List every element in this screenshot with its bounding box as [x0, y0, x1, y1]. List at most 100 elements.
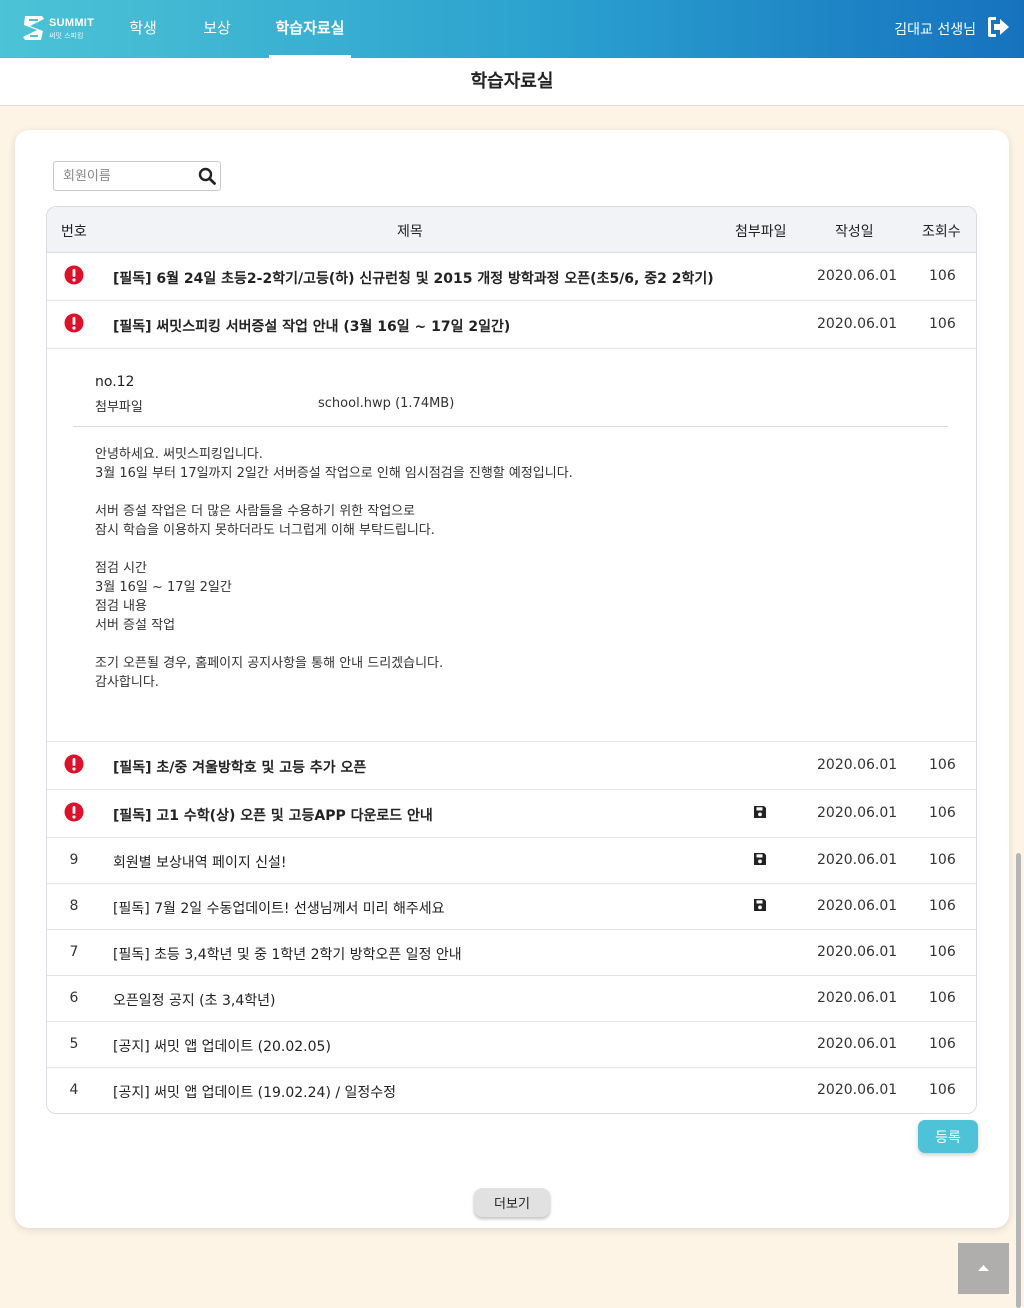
table-row[interactable]: 9 회원별 보상내역 페이지 신설! 2020.06.01 106: [47, 838, 976, 884]
scrollbar-thumb[interactable]: [1016, 853, 1021, 1308]
exclamation-circle-icon: [64, 265, 84, 285]
floppy-disk-icon[interactable]: [753, 898, 767, 912]
post-body-line: 잠시 학습을 이용하지 못하더라도 너그럽게 이해 부탁드립니다.: [95, 523, 435, 538]
row-number: 8: [69, 898, 79, 914]
post-detail: no.12 첨부파일 school.hwp (1.74MB) 안녕하세요. 써밋…: [47, 349, 976, 742]
row-number: 9: [69, 852, 79, 868]
row-views: 106: [929, 852, 956, 868]
post-body-line: 서버 증설 작업은 더 많은 사람들을 수용하기 위한 작업으로: [95, 504, 416, 519]
exclamation-circle-icon: [64, 802, 84, 822]
table-row[interactable]: 7 [필독] 초등 3,4학년 및 중 1학년 2학기 방학오픈 일정 안내 202…: [47, 930, 976, 976]
row-views: 106: [929, 1036, 956, 1052]
post-body-line: 서버 증설 작업: [95, 618, 176, 633]
row-number: 7: [69, 944, 79, 960]
header-num: 번호: [61, 224, 87, 240]
exclamation-circle-icon: [64, 754, 84, 774]
row-views: 106: [929, 944, 956, 960]
row-number: 5: [69, 1036, 79, 1052]
post-body-line: 안녕하세요. 써밋스피킹입니다.: [95, 447, 263, 462]
post-body-line: [95, 483, 573, 502]
row-date: 2020.06.01: [817, 990, 898, 1006]
row-date: 2020.06.01: [817, 852, 898, 868]
row-title[interactable]: [필독] 6월 24일 초등2-2학기/고등(하) 신규런칭 및 2015 개정…: [113, 268, 714, 288]
row-title[interactable]: [필독] 초등 3,4학년 및 중 1학년 2학기 방학오픈 일정 안내: [113, 944, 462, 964]
table-row[interactable]: [필독] 써밋스피킹 서버증설 작업 안내 (3월 16일 ~ 17일 2일간)…: [47, 301, 976, 349]
row-title[interactable]: [필독] 7월 2일 수동업데이트! 선생님께서 미리 해주세요: [113, 898, 445, 918]
row-views: 106: [929, 268, 956, 284]
post-body-line: 조기 오픈될 경우, 홈페이지 공지사항을 통해 안내 드리겠습니다.: [95, 656, 444, 671]
row-date: 2020.06.01: [817, 316, 898, 332]
row-date: 2020.06.01: [817, 805, 898, 821]
load-more-button[interactable]: 더보기: [474, 1188, 550, 1217]
attachment-label: 첨부파일: [95, 400, 143, 415]
nav-item-learning-materials[interactable]: 학습자료실: [269, 0, 351, 58]
post-body-line: 점검 내용: [95, 599, 147, 614]
content-card: 번호 제목 첨부파일 작성일 조회수 [필독] 6월 24일 초등2-2학기/고…: [15, 130, 1009, 1228]
floppy-disk-icon[interactable]: [753, 852, 767, 866]
table-row[interactable]: [필독] 초/중 겨울방학호 및 고등 추가 오픈 2020.06.01 106: [47, 742, 976, 790]
row-title[interactable]: [필독] 써밋스피킹 서버증설 작업 안내 (3월 16일 ~ 17일 2일간): [113, 316, 510, 336]
row-date: 2020.06.01: [817, 1082, 898, 1098]
row-date: 2020.06.01: [817, 1036, 898, 1052]
table-row[interactable]: [필독] 6월 24일 초등2-2학기/고등(하) 신규런칭 및 2015 개정…: [47, 253, 976, 301]
materials-table: 번호 제목 첨부파일 작성일 조회수 [필독] 6월 24일 초등2-2학기/고…: [46, 206, 977, 1114]
search-box: [53, 161, 221, 191]
table-row[interactable]: 8 [필독] 7월 2일 수동업데이트! 선생님께서 미리 해주세요 2020.06…: [47, 884, 976, 930]
row-title[interactable]: 오픈일정 공지 (초 3,4학년): [113, 990, 275, 1010]
header-title: 제목: [397, 224, 423, 240]
search-icon[interactable]: [198, 167, 216, 185]
header-file: 첨부파일: [735, 224, 787, 240]
row-title[interactable]: 회원별 보상내역 페이지 신설!: [113, 852, 287, 872]
row-number: 4: [69, 1082, 79, 1098]
sign-out-icon[interactable]: [986, 16, 1010, 38]
post-body-line: 감사합니다.: [95, 675, 159, 690]
scroll-to-top-button[interactable]: [958, 1243, 1009, 1294]
top-navigation: SUMMIT 써밋 스피킹 학생 보상 학습자료실 김대교 선생님: [0, 0, 1024, 58]
table-row[interactable]: [필독] 고1 수학(상) 오픈 및 고등APP 다운로드 안내 2020.06.…: [47, 790, 976, 838]
caret-up-icon: [978, 1265, 989, 1271]
table-row[interactable]: 6 오픈일정 공지 (초 3,4학년) 2020.06.01 106: [47, 976, 976, 1022]
table-row[interactable]: 5 [공지] 써밋 앱 업데이트 (20.02.05) 2020.06.01 106: [47, 1022, 976, 1068]
summit-logo-icon: [23, 16, 44, 40]
post-number: no.12: [95, 374, 135, 390]
row-views: 106: [929, 805, 956, 821]
register-button[interactable]: 등록: [918, 1120, 978, 1153]
post-body-line: [95, 540, 573, 559]
page-header: 학습자료실: [0, 58, 1024, 106]
summit-logo[interactable]: SUMMIT 써밋 스피킹: [22, 14, 102, 44]
table-row[interactable]: 4 [공지] 써밋 앱 업데이트 (19.02.24) / 일정수정 2020.06…: [47, 1068, 976, 1113]
brand-name: SUMMIT: [49, 17, 95, 29]
row-title[interactable]: [공지] 써밋 앱 업데이트 (19.02.24) / 일정수정: [113, 1082, 396, 1102]
row-title[interactable]: [공지] 써밋 앱 업데이트 (20.02.05): [113, 1036, 331, 1056]
post-body-line: [95, 635, 573, 654]
row-views: 106: [929, 757, 956, 773]
exclamation-circle-icon: [64, 313, 84, 333]
search-input[interactable]: [54, 162, 194, 190]
table-header: 번호 제목 첨부파일 작성일 조회수: [47, 207, 976, 253]
row-date: 2020.06.01: [817, 757, 898, 773]
row-views: 106: [929, 1082, 956, 1098]
row-date: 2020.06.01: [817, 944, 898, 960]
header-views: 조회수: [922, 224, 961, 240]
row-date: 2020.06.01: [817, 898, 898, 914]
post-body-line: 점검 시간: [95, 561, 147, 576]
post-body-line: 3월 16일 ~ 17일 2일간: [95, 580, 232, 595]
post-body: 안녕하세요. 써밋스피킹입니다. 3월 16일 부터 17일까지 2일간 서버증설…: [95, 445, 573, 692]
row-title[interactable]: [필독] 초/중 겨울방학호 및 고등 추가 오픈: [113, 757, 366, 777]
page-title: 학습자료실: [470, 71, 554, 92]
nav-item-students[interactable]: 학생: [117, 0, 169, 58]
row-views: 106: [929, 316, 956, 332]
nav-item-rewards[interactable]: 보상: [191, 0, 243, 58]
attachment-link[interactable]: school.hwp (1.74MB): [318, 396, 454, 411]
brand-subtitle: 써밋 스피킹: [49, 32, 84, 40]
row-title[interactable]: [필독] 고1 수학(상) 오픈 및 고등APP 다운로드 안내: [113, 805, 433, 825]
row-views: 106: [929, 990, 956, 1006]
row-number: 6: [69, 990, 79, 1006]
floppy-disk-icon[interactable]: [753, 805, 767, 819]
detail-divider: [73, 426, 948, 427]
row-views: 106: [929, 898, 956, 914]
post-body-line: 3월 16일 부터 17일까지 2일간 서버증설 작업으로 인해 임시점검을 진…: [95, 466, 573, 481]
user-name[interactable]: 김대교 선생님: [894, 19, 976, 39]
header-date: 작성일: [835, 224, 874, 240]
row-date: 2020.06.01: [817, 268, 898, 284]
